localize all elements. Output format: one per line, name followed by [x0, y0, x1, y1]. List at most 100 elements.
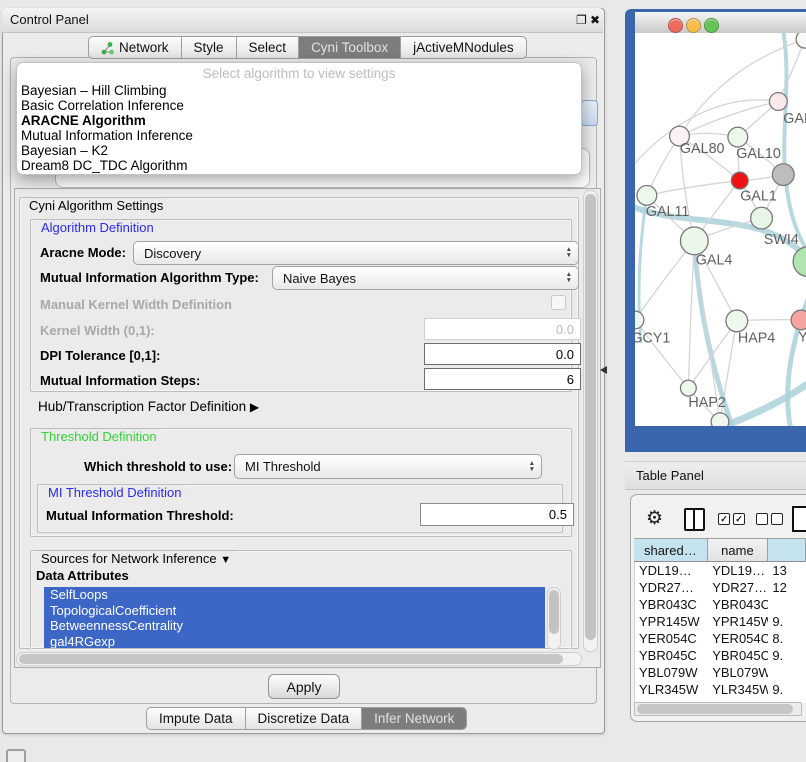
table-row[interactable]: YBL079WYBL079W [635, 664, 806, 681]
table-row[interactable]: YLR345WYLR345W9. [635, 681, 806, 698]
node-swi4[interactable] [751, 207, 773, 229]
network-edge[interactable] [788, 282, 806, 426]
node-gal4[interactable] [680, 227, 708, 255]
column-header[interactable] [768, 538, 806, 562]
corner-grip-icon[interactable] [6, 749, 26, 762]
column-header[interactable]: shared… [634, 538, 708, 562]
tab-network[interactable]: Network [88, 36, 182, 59]
select-all-icon[interactable]: ✓ [718, 513, 730, 525]
table-panel-header[interactable]: Table Panel [625, 461, 806, 490]
splitter-arrow-icon[interactable] [600, 366, 607, 374]
dpi-tolerance-label: DPI Tolerance [0,1]: [40, 348, 160, 363]
combo-stepper-button[interactable] [581, 100, 598, 126]
node-gal1-red[interactable] [731, 172, 748, 189]
attributes-scrollbar-thumb[interactable] [549, 590, 559, 634]
algorithm-option[interactable]: Basic Correlation Inference [21, 99, 577, 114]
mi-steps-field[interactable]: 6 [424, 368, 581, 390]
mi-algorithm-type-select[interactable]: Naive Bayes ▲▼ [272, 266, 579, 290]
attributes-scrollbar[interactable] [547, 587, 561, 650]
node-gcy1[interactable] [635, 311, 644, 329]
dpi-tolerance-field[interactable]: 0.0 [424, 343, 581, 365]
table-panel-title: Table Panel [636, 468, 704, 483]
table-cell: YBR045C [708, 647, 768, 664]
node-bottom[interactable] [711, 413, 729, 426]
network-edge[interactable] [783, 33, 806, 261]
settings-vscrollbar[interactable] [583, 190, 598, 652]
table-row[interactable]: YDL19…YDL19…13 [635, 562, 806, 579]
table-cell: YER054C [635, 630, 708, 647]
attribute-item[interactable]: TopologicalCoefficient [44, 603, 545, 619]
float-window-icon[interactable]: ❐ [576, 13, 587, 27]
mi-threshold-field[interactable]: 0.5 [420, 503, 574, 526]
table-row[interactable]: YER054CYER054C8. [635, 630, 806, 647]
settings-hscrollbar[interactable] [16, 652, 582, 666]
columns-icon[interactable] [684, 508, 705, 531]
tab-discretize-data[interactable]: Discretize Data [245, 707, 363, 730]
attribute-item[interactable]: BetweennessCentrality [44, 618, 545, 634]
deselect-all-icon[interactable] [771, 513, 783, 525]
tab-select[interactable]: Select [236, 36, 300, 59]
table-cell: YPR145W [635, 613, 708, 630]
apply-button[interactable]: Apply [268, 674, 340, 699]
zoom-traffic-light[interactable] [704, 18, 719, 33]
settings-hscrollbar-thumb[interactable] [19, 654, 563, 664]
algorithm-option[interactable]: Bayesian – Hill Climbing [21, 84, 577, 99]
expander-collapsed-icon: ▶ [250, 400, 259, 414]
algorithm-option[interactable]: Bayesian – K2 [21, 144, 577, 159]
node-gal11[interactable] [637, 186, 657, 206]
gear-icon[interactable]: ⚙ [646, 507, 663, 530]
kernel-width-field[interactable]: 0.0 [424, 318, 581, 340]
algorithm-option[interactable]: Mutual Information Inference [21, 129, 577, 144]
close-window-icon[interactable]: ✖ [590, 13, 600, 27]
column-header[interactable]: name [708, 538, 768, 562]
table-row[interactable]: YBR043CYBR043C [635, 596, 806, 613]
attribute-item[interactable]: gal4RGexp [44, 634, 545, 649]
control-panel-titlebar[interactable] [2, 8, 603, 33]
tab-cyni-toolbox[interactable]: Cyni Toolbox [298, 36, 401, 59]
table-row[interactable]: YBR045CYBR045C9. [635, 647, 806, 664]
node-hap2[interactable] [680, 380, 696, 396]
tab-infer-network[interactable]: Infer Network [361, 707, 467, 730]
node-pink-top[interactable] [769, 93, 787, 111]
table-hscrollbar-thumb[interactable] [637, 704, 793, 714]
node-hap4[interactable] [726, 310, 748, 332]
tab-jactivemnodules[interactable]: jActiveMNodules [400, 36, 527, 59]
aracne-mode-select[interactable]: Discovery ▲▼ [133, 241, 579, 265]
network-edge[interactable] [635, 241, 694, 320]
tab-style[interactable]: Style [181, 36, 237, 59]
hub-factor-expander[interactable]: Hub/Transcription Factor Definition ▶ [38, 399, 259, 414]
close-traffic-light[interactable] [668, 18, 683, 33]
network-window-titlebar[interactable] [635, 12, 806, 34]
data-attributes-list[interactable]: SelfLoopsTopologicalCoefficientBetweenne… [44, 587, 545, 648]
select-all-icon[interactable]: ✓ [733, 513, 745, 525]
expander-expanded-icon[interactable]: ▼ [220, 554, 231, 566]
table-cell: YDR27… [635, 579, 708, 596]
node-salmon[interactable] [791, 310, 806, 330]
minimize-traffic-light[interactable] [686, 18, 701, 33]
node-big-green[interactable] [793, 247, 806, 277]
node-gray[interactable] [772, 164, 794, 186]
network-edge[interactable] [688, 241, 694, 388]
control-panel-title: Control Panel [10, 12, 89, 27]
tab-impute-data[interactable]: Impute Data [146, 707, 246, 730]
table-row[interactable]: YPR145WYPR145W9. [635, 613, 806, 630]
node-top-partial[interactable] [796, 33, 806, 48]
node-label: Y [798, 330, 806, 346]
algorithm-option[interactable]: Dream8 DC_TDC Algorithm [21, 159, 577, 174]
settings-vscrollbar-thumb[interactable] [585, 194, 596, 640]
file-icon[interactable] [792, 506, 806, 532]
manual-kernel-width-checkbox[interactable] [551, 295, 566, 310]
attribute-item[interactable]: SelfLoops [44, 587, 545, 603]
table-row[interactable]: YDR27…YDR27…12 [635, 579, 806, 596]
algorithm-option[interactable]: ARACNE Algorithm [21, 114, 577, 129]
network-edge[interactable] [688, 321, 736, 388]
network-canvas[interactable]: GALGAL80GAL10GAL1GAL11SWI4GAL4GCY1HAP4YH… [635, 33, 806, 426]
cyni-algorithm-settings-title: Cyni Algorithm Settings [25, 198, 167, 213]
deselect-all-icon[interactable] [756, 513, 768, 525]
threshold-definition-title: Threshold Definition [37, 429, 161, 444]
table-hscrollbar[interactable] [634, 702, 802, 716]
node-gal10[interactable] [728, 127, 748, 147]
network-edge[interactable] [679, 101, 778, 136]
network-edge[interactable] [647, 181, 740, 196]
which-threshold-select[interactable]: MI Threshold ▲▼ [234, 454, 542, 479]
